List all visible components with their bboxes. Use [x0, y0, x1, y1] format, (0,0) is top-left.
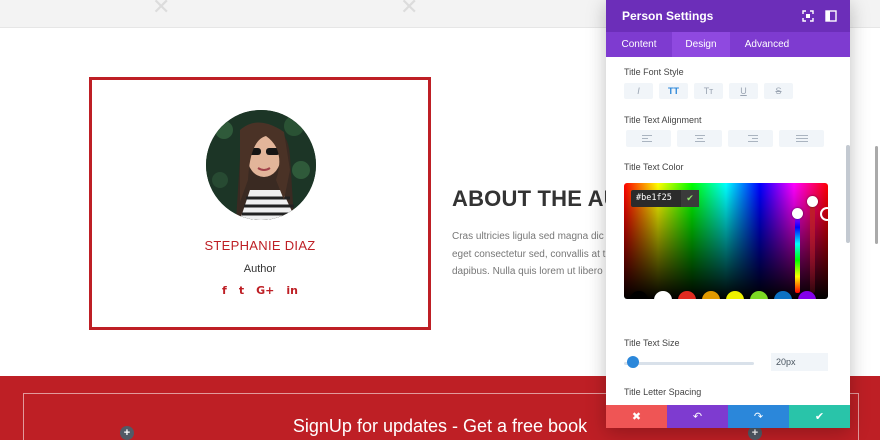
about-body-line: eget consectetur sed, convallis at t [452, 248, 606, 260]
align-justify-button[interactable] [779, 130, 824, 147]
title-letter-spacing-label: Title Letter Spacing [624, 387, 702, 397]
check-icon: ✔ [814, 410, 825, 423]
title-text-size-label: Title Text Size [624, 338, 680, 348]
modal-footer: ✖ ↶ ↷ ✔ [606, 405, 850, 428]
linkedin-icon[interactable]: in [286, 284, 298, 297]
opacity-slider-handle[interactable] [807, 196, 818, 207]
avatar [206, 110, 316, 220]
color-picker[interactable]: #be1f25 ✔ [624, 183, 828, 299]
confirm-check-icon[interactable]: ✔ [681, 190, 699, 207]
opacity-slider[interactable] [810, 201, 815, 293]
strikethrough-button[interactable]: S [764, 83, 793, 99]
title-font-style-options: I TT Tт U S [624, 83, 793, 99]
capitalize-button[interactable]: Tт [694, 83, 723, 99]
about-body-line: dapibus. Nulla quis lorem ut libero [452, 266, 603, 277]
color-swatch[interactable] [654, 291, 672, 299]
modal-tabs: Content Design Advanced [606, 32, 850, 57]
facebook-icon[interactable]: f [222, 284, 227, 297]
italic-button[interactable]: I [624, 83, 653, 99]
title-font-style-label: Title Font Style [624, 67, 684, 77]
twitter-icon[interactable]: t [239, 284, 244, 297]
discard-button[interactable]: ✖ [606, 405, 667, 428]
about-body: Cras ultricies ligula sed magna dic eget… [452, 228, 612, 281]
color-swatch[interactable] [678, 291, 696, 299]
color-swatch[interactable] [702, 291, 720, 299]
align-center-button[interactable] [677, 130, 722, 147]
tab-advanced[interactable]: Advanced [730, 32, 804, 57]
color-selection-handle[interactable] [820, 207, 828, 221]
color-swatch[interactable] [774, 291, 792, 299]
hex-input[interactable]: #be1f25 ✔ [631, 190, 699, 207]
title-text-alignment-options [626, 130, 824, 147]
tab-design[interactable]: Design [672, 32, 730, 57]
person-role: Author [243, 263, 277, 275]
title-text-color-label: Title Text Color [624, 162, 684, 172]
underline-button[interactable]: U [729, 83, 758, 99]
redo-icon: ↷ [753, 410, 764, 423]
modal-title: Person Settings [622, 9, 714, 23]
tab-content[interactable]: Content [606, 32, 672, 57]
modal-scrollbar[interactable] [846, 145, 850, 243]
close-icon: ✖ [631, 410, 642, 423]
color-swatch[interactable] [630, 291, 648, 299]
save-button[interactable]: ✔ [789, 405, 850, 428]
modal-header: Person Settings [606, 0, 850, 32]
align-left-button[interactable] [626, 130, 671, 147]
add-module-button[interactable]: + [748, 426, 762, 440]
redo-button[interactable]: ↷ [728, 405, 789, 428]
hue-slider-handle[interactable] [792, 208, 803, 219]
hex-value: #be1f25 [636, 193, 672, 203]
undo-icon: ↶ [692, 410, 703, 423]
fullscreen-icon[interactable] [802, 10, 814, 22]
uppercase-button[interactable]: TT [659, 83, 688, 99]
person-card[interactable]: STEPHANIE DIAZ Author f t G+ in [89, 77, 431, 330]
social-links: f t G+ in [92, 284, 428, 297]
color-swatches [630, 291, 816, 299]
align-right-button[interactable] [728, 130, 773, 147]
title-text-size-input[interactable] [771, 353, 828, 371]
design-settings-panel: Title Font Style I TT Tт U S Title Text … [606, 57, 850, 405]
title-text-size-slider[interactable] [624, 362, 754, 365]
person-name: STEPHANIE DIAZ [204, 238, 316, 253]
about-body-line: Cras ultricies ligula sed magna dic [452, 231, 604, 242]
title-text-size-slider-handle[interactable] [627, 356, 639, 368]
google-plus-icon[interactable]: G+ [256, 284, 274, 297]
title-text-alignment-label: Title Text Alignment [624, 115, 702, 125]
color-swatch[interactable] [726, 291, 744, 299]
undo-button[interactable]: ↶ [667, 405, 728, 428]
color-swatch[interactable] [798, 291, 816, 299]
hue-slider[interactable] [795, 211, 800, 293]
close-icon: ✕ [400, 0, 419, 19]
color-swatch[interactable] [750, 291, 768, 299]
page-scrollbar[interactable] [875, 146, 878, 244]
dock-sidebar-icon[interactable] [825, 10, 837, 22]
add-module-button[interactable]: + [120, 426, 134, 440]
close-icon: ✕ [152, 0, 171, 19]
person-settings-modal: Person Settings Content Design Advanced … [606, 0, 850, 428]
